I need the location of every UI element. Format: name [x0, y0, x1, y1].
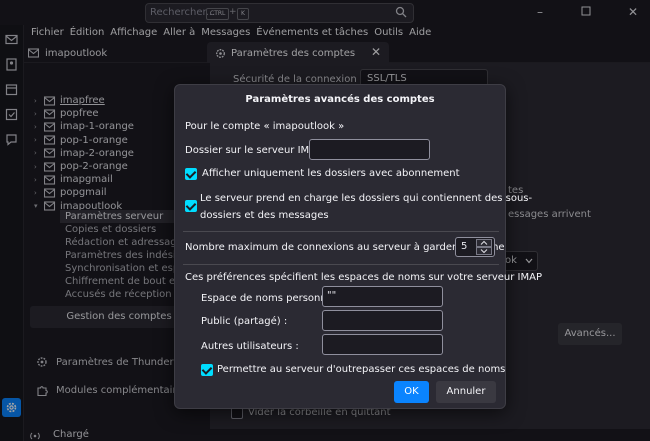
- personal-namespace-input[interactable]: "": [322, 286, 443, 307]
- public-namespace-input[interactable]: [322, 310, 443, 331]
- advanced-settings-dialog: Paramètres avancés des comptes Pour le c…: [174, 84, 542, 409]
- ok-button[interactable]: OK: [394, 381, 429, 403]
- dialog-title: Paramètres avancés des comptes: [245, 94, 435, 105]
- max-connections-stepper[interactable]: 5: [455, 237, 495, 257]
- subscribed-only-checkbox[interactable]: [185, 168, 197, 180]
- stepper-arrows-icon[interactable]: [476, 239, 492, 255]
- server-subfolders-label-line2: dossiers et des messages: [200, 210, 329, 221]
- separator: [183, 264, 499, 265]
- others-namespace-label: Autres utilisateurs :: [201, 341, 299, 352]
- allow-override-label: Permettre au serveur d'outrepasser ces e…: [217, 364, 506, 375]
- max-connections-value: 5: [461, 241, 468, 252]
- for-account-label: Pour le compte « imapoutlook »: [185, 121, 345, 132]
- allow-override-checkbox[interactable]: [201, 364, 213, 376]
- namespace-intro: Ces préférences spécifient les espaces d…: [185, 272, 542, 283]
- public-namespace-label: Public (partagé) :: [201, 316, 288, 327]
- personal-namespace-value: "": [327, 290, 337, 301]
- imap-folder-input[interactable]: [309, 139, 430, 160]
- server-subfolders-label-line1: Le serveur prend en charge les dossiers …: [200, 193, 533, 204]
- imap-folder-label: Dossier sur le serveur IMAP :: [185, 145, 329, 156]
- server-subfolders-checkbox[interactable]: [185, 200, 197, 212]
- others-namespace-input[interactable]: [322, 334, 443, 355]
- subscribed-only-label: Afficher uniquement les dossiers avec ab…: [202, 168, 460, 179]
- cancel-button[interactable]: Annuler: [436, 381, 496, 403]
- separator: [183, 231, 499, 232]
